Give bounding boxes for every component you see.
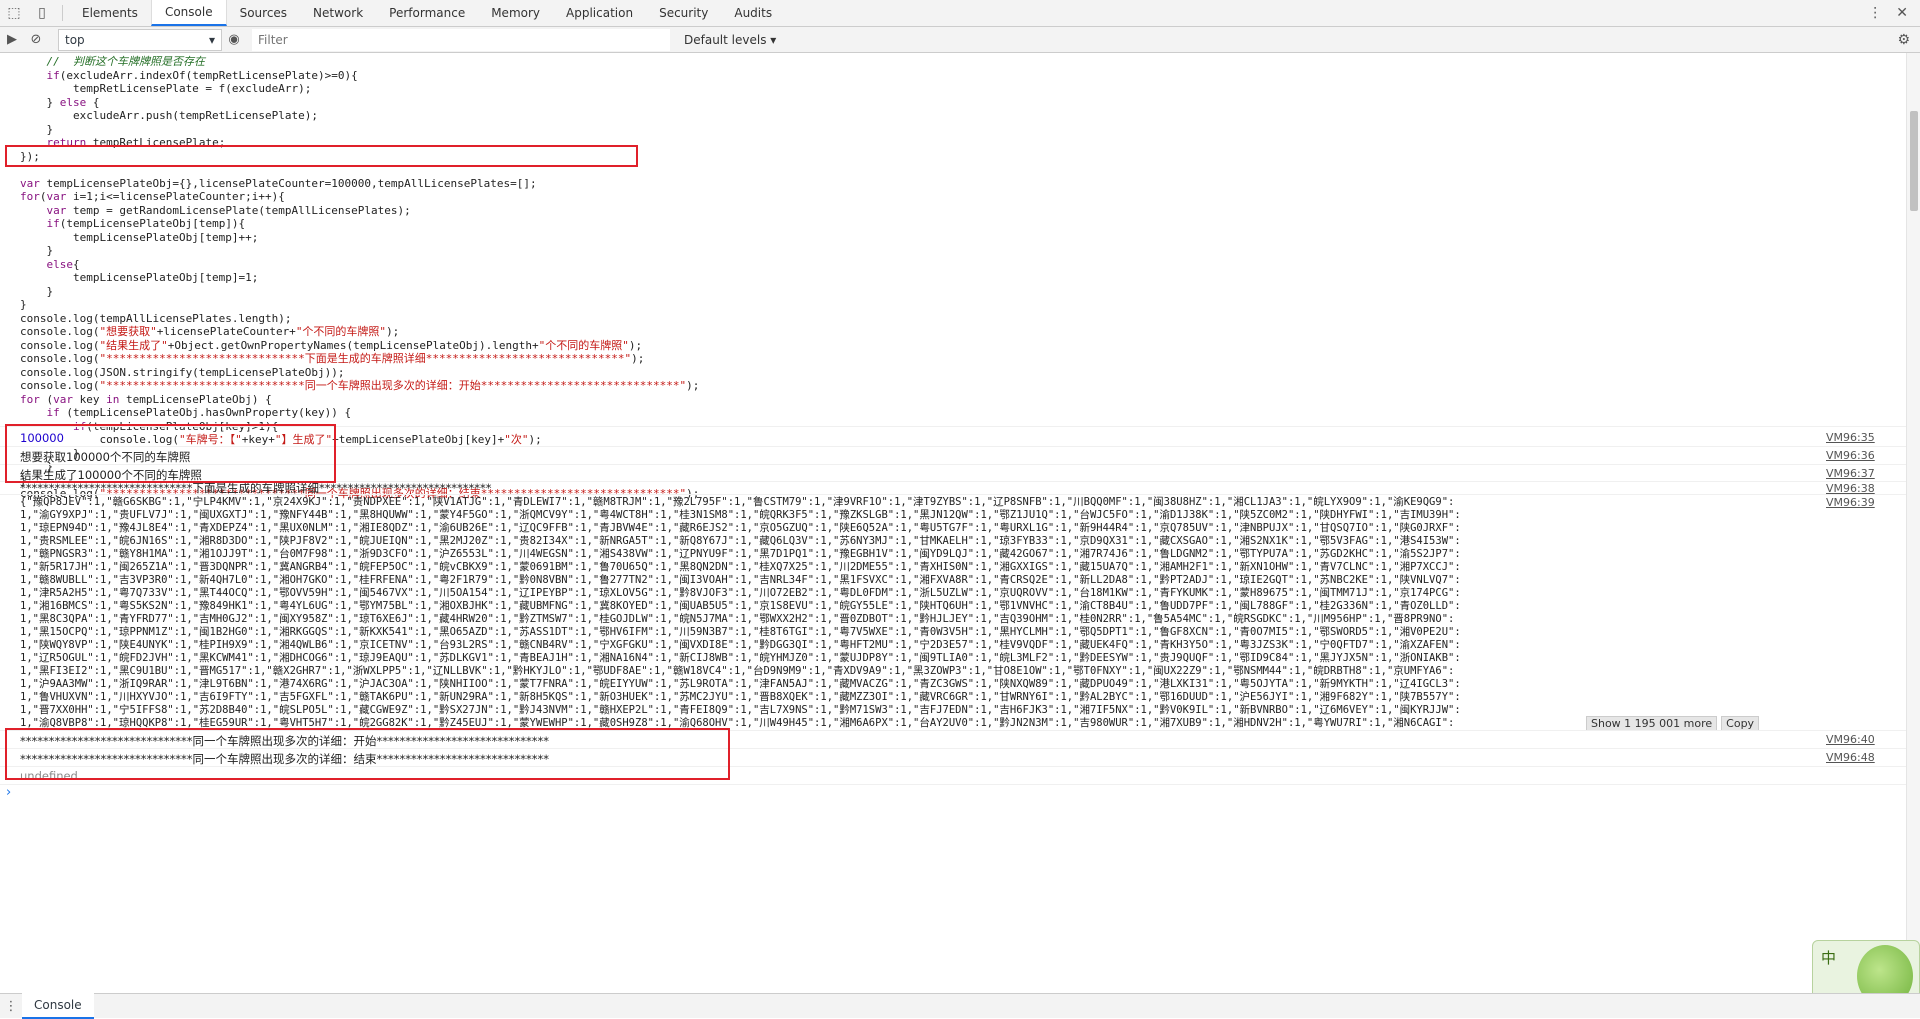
code-line: if (tempLicensePlateObj.hasOwnProperty(k… bbox=[46, 406, 352, 419]
source-link[interactable]: VM96:48 bbox=[1826, 751, 1875, 764]
vertical-scrollbar[interactable] bbox=[1906, 53, 1920, 975]
tab-console[interactable]: Console bbox=[150, 0, 227, 26]
code-line: } bbox=[20, 244, 54, 257]
divider bbox=[0, 784, 1906, 785]
console-filterbar: ▶ ⊘ top ▾ ◉ Default levels ▾ ⚙ bbox=[0, 27, 1920, 53]
code-line: // 判断这个车牌牌照是否存在 bbox=[20, 55, 205, 68]
tab-security[interactable]: Security bbox=[646, 0, 721, 26]
tab-audits[interactable]: Audits bbox=[721, 0, 785, 26]
tab-memory[interactable]: Memory bbox=[478, 0, 553, 26]
source-link[interactable]: VM96:36 bbox=[1826, 449, 1875, 462]
highlight-box-duplicates bbox=[5, 728, 730, 780]
code-line: tempLicensePlateObj[temp]++; bbox=[20, 230, 259, 244]
context-value: top bbox=[65, 32, 85, 47]
highlight-box-declaration bbox=[5, 145, 638, 167]
code-line: tempLicensePlateObj[temp]=1; bbox=[20, 271, 259, 284]
code-line: } bbox=[20, 284, 54, 298]
sidebar-toggle-icon[interactable]: ▶ bbox=[0, 32, 24, 47]
devtools-tabbar: ⬚ ▯ Elements Console Sources Network Per… bbox=[0, 0, 1920, 27]
device-toolbar-icon[interactable]: ▯ bbox=[28, 0, 56, 26]
highlight-box-counts bbox=[5, 424, 336, 483]
json-output[interactable]: {"豫QP8JEV":1,"赣G6SKBG":1,"宁LP4KMV":1,"京2… bbox=[20, 496, 1480, 729]
code-line: console.log("结果生成了"+Object.getOwnPropert… bbox=[20, 338, 643, 352]
code-line: console.log("想要获取"+licensePlateCounter+"… bbox=[20, 325, 400, 338]
scrollbar-thumb[interactable] bbox=[1910, 111, 1918, 211]
eye-icon[interactable]: ◉ bbox=[222, 32, 246, 47]
code-line: } else { bbox=[20, 95, 100, 109]
code-line: for (var key in tempLicensePlateObj) { bbox=[20, 392, 272, 406]
source-link[interactable]: VM96:39 bbox=[1826, 496, 1875, 509]
code-line: console.log("***************************… bbox=[20, 352, 645, 365]
levels-dropdown[interactable]: Default levels ▾ bbox=[684, 33, 776, 47]
source-link[interactable]: VM96:40 bbox=[1826, 733, 1875, 746]
code-line: excludeArr.push(tempRetLicensePlate); bbox=[20, 109, 319, 122]
code-line: else{ bbox=[46, 257, 80, 271]
gear-icon[interactable]: ⚙ bbox=[1897, 32, 1910, 48]
tab-elements[interactable]: Elements bbox=[69, 0, 151, 26]
bottom-drawer: ⋮ Console bbox=[0, 993, 1920, 1019]
tab-network[interactable]: Network bbox=[300, 0, 376, 26]
code-line: } bbox=[20, 122, 54, 136]
drawer-menu-icon[interactable]: ⋮ bbox=[0, 999, 22, 1014]
clear-console-icon[interactable]: ⊘ bbox=[24, 32, 48, 47]
more-options-icon[interactable]: ⋮ bbox=[1868, 5, 1882, 21]
tab-performance[interactable]: Performance bbox=[376, 0, 478, 26]
code-line: for(var i=1;i<=licensePlateCounter;i++){ bbox=[20, 190, 285, 203]
copy-button[interactable]: Copy bbox=[1721, 716, 1760, 731]
code-line: console.log(JSON.stringify(tempLicensePl… bbox=[20, 365, 345, 379]
source-link[interactable]: VM96:35 bbox=[1826, 431, 1875, 444]
divider bbox=[0, 494, 1906, 495]
code-line: var tempLicensePlateObj={},licensePlateC… bbox=[20, 176, 537, 190]
source-link[interactable]: VM96:37 bbox=[1826, 467, 1875, 480]
code-line: console.log(tempAllLicensePlates.length)… bbox=[20, 311, 292, 325]
tab-sources[interactable]: Sources bbox=[227, 0, 300, 26]
code-line: var temp = getRandomLicensePlate(tempAll… bbox=[46, 203, 411, 217]
tab-application[interactable]: Application bbox=[553, 0, 646, 26]
console-prompt[interactable]: › bbox=[6, 785, 11, 800]
show-more-button[interactable]: Show 1 195 001 more bbox=[1586, 716, 1718, 731]
filter-input[interactable] bbox=[252, 28, 670, 51]
chevron-down-icon: ▾ bbox=[208, 32, 215, 47]
code-line: tempRetLicensePlate = f(excludeArr); bbox=[20, 82, 312, 95]
code-line: } bbox=[20, 298, 27, 311]
code-line: console.log("***************************… bbox=[20, 379, 700, 392]
ime-mode-label: 中 bbox=[1821, 949, 1837, 967]
close-icon[interactable]: ✕ bbox=[1896, 5, 1908, 21]
drawer-tab-console[interactable]: Console bbox=[22, 993, 94, 1019]
inspect-element-icon[interactable]: ⬚ bbox=[0, 0, 28, 26]
code-line: if(tempLicensePlateObj[temp]){ bbox=[46, 217, 246, 230]
context-selector[interactable]: top ▾ bbox=[58, 28, 222, 51]
show-more-controls: Show 1 195 001 more Copy bbox=[1586, 716, 1760, 731]
console-output[interactable]: // 判断这个车牌牌照是否存在 if(excludeArr.indexOf(te… bbox=[0, 53, 1906, 975]
toolbar-divider bbox=[62, 5, 63, 21]
code-line: if(excludeArr.indexOf(tempRetLicensePlat… bbox=[46, 68, 358, 82]
